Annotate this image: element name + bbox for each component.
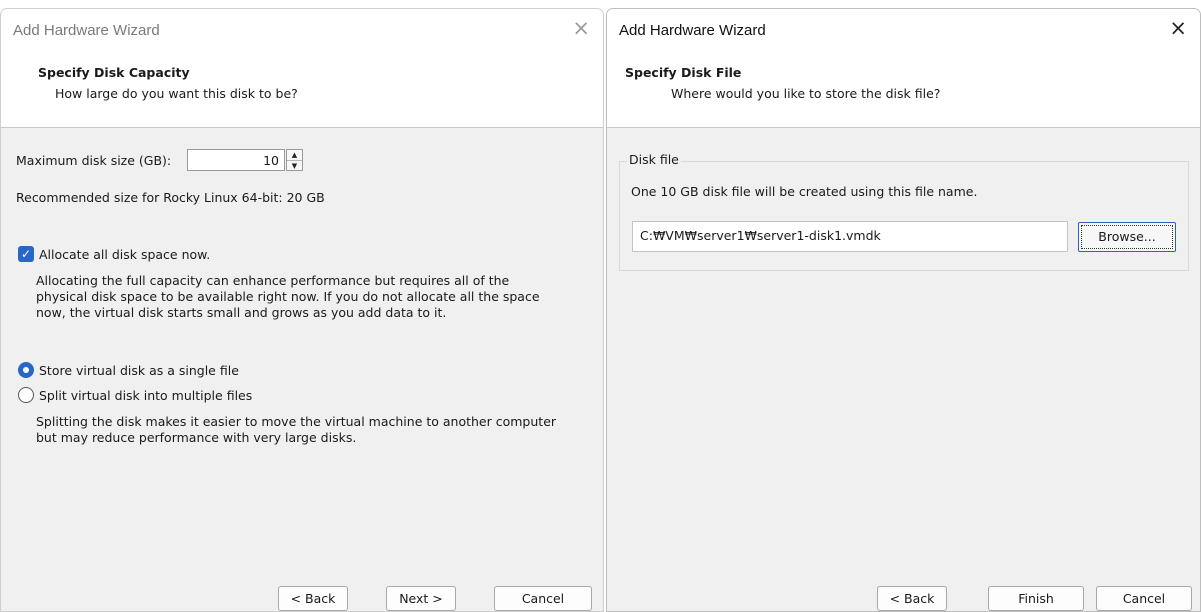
- window-title: Add Hardware Wizard: [13, 22, 160, 39]
- cancel-button[interactable]: Cancel: [494, 586, 592, 611]
- step-title: Specify Disk File: [625, 65, 742, 80]
- wizard-content: Maximum disk size (GB): 10 ▲ ▼ Recommend…: [1, 127, 603, 559]
- back-button[interactable]: < Back: [278, 586, 348, 611]
- disk-file-info: One 10 GB disk file will be created usin…: [631, 184, 978, 199]
- split-files-label[interactable]: Split virtual disk into multiple files: [39, 388, 252, 403]
- disk-size-spinner[interactable]: ▲ ▼: [286, 149, 303, 171]
- title-bar: Add Hardware Wizard ×: [607, 9, 1200, 53]
- description-line: but may reduce performance with very lar…: [36, 430, 357, 445]
- disk-file-group: [619, 161, 1189, 271]
- max-disk-size-input[interactable]: 10: [187, 149, 285, 171]
- allocate-label[interactable]: Allocate all disk space now.: [39, 247, 210, 262]
- browse-button[interactable]: Browse...: [1078, 222, 1176, 252]
- recommended-size-text: Recommended size for Rocky Linux 64-bit:…: [16, 190, 325, 205]
- close-icon[interactable]: ×: [1169, 18, 1187, 39]
- step-subtitle: How large do you want this disk to be?: [55, 86, 298, 101]
- disk-capacity-dialog: Add Hardware Wizard × Specify Disk Capac…: [0, 8, 604, 612]
- wizard-content: Disk file One 10 GB disk file will be cr…: [607, 127, 1200, 559]
- description-line: now, the virtual disk starts small and g…: [36, 305, 447, 320]
- cancel-button[interactable]: Cancel: [1096, 586, 1192, 611]
- disk-file-dialog: Add Hardware Wizard × Specify Disk File …: [606, 8, 1201, 612]
- wizard-header: Specify Disk Capacity How large do you w…: [1, 53, 603, 128]
- wizard-header: Specify Disk File Where would you like t…: [607, 53, 1200, 128]
- spin-up-icon[interactable]: ▲: [287, 150, 302, 161]
- checkmark-icon: ✓: [20, 247, 32, 261]
- allocate-description: Allocating the full capacity can enhance…: [36, 273, 540, 321]
- file-path-value: C:₩VM₩server1₩server1-disk1.vmdk: [640, 228, 881, 243]
- max-disk-size-label: Maximum disk size (GB):: [16, 153, 172, 168]
- split-files-radio[interactable]: [18, 387, 34, 403]
- next-button[interactable]: Next >: [386, 586, 456, 611]
- single-file-radio[interactable]: [18, 362, 34, 378]
- allocate-checkbox[interactable]: ✓: [18, 246, 34, 262]
- description-line: Allocating the full capacity can enhance…: [36, 273, 510, 288]
- spin-down-icon[interactable]: ▼: [287, 161, 302, 171]
- single-file-label[interactable]: Store virtual disk as a single file: [39, 363, 239, 378]
- max-disk-size-value: 10: [263, 153, 279, 168]
- step-subtitle: Where would you like to store the disk f…: [671, 86, 941, 101]
- file-path-input[interactable]: C:₩VM₩server1₩server1-disk1.vmdk: [632, 221, 1068, 252]
- window-title: Add Hardware Wizard: [619, 22, 766, 39]
- step-title: Specify Disk Capacity: [38, 65, 190, 80]
- split-description: Splitting the disk makes it easier to mo…: [36, 414, 556, 446]
- browse-label: Browse...: [1081, 225, 1173, 249]
- back-button[interactable]: < Back: [877, 586, 947, 611]
- finish-button[interactable]: Finish: [988, 586, 1084, 611]
- description-line: Splitting the disk makes it easier to mo…: [36, 414, 557, 429]
- description-line: physical disk space to be available righ…: [36, 289, 540, 304]
- title-bar: Add Hardware Wizard ×: [1, 9, 603, 53]
- close-icon[interactable]: ×: [572, 18, 590, 39]
- group-label: Disk file: [627, 152, 681, 167]
